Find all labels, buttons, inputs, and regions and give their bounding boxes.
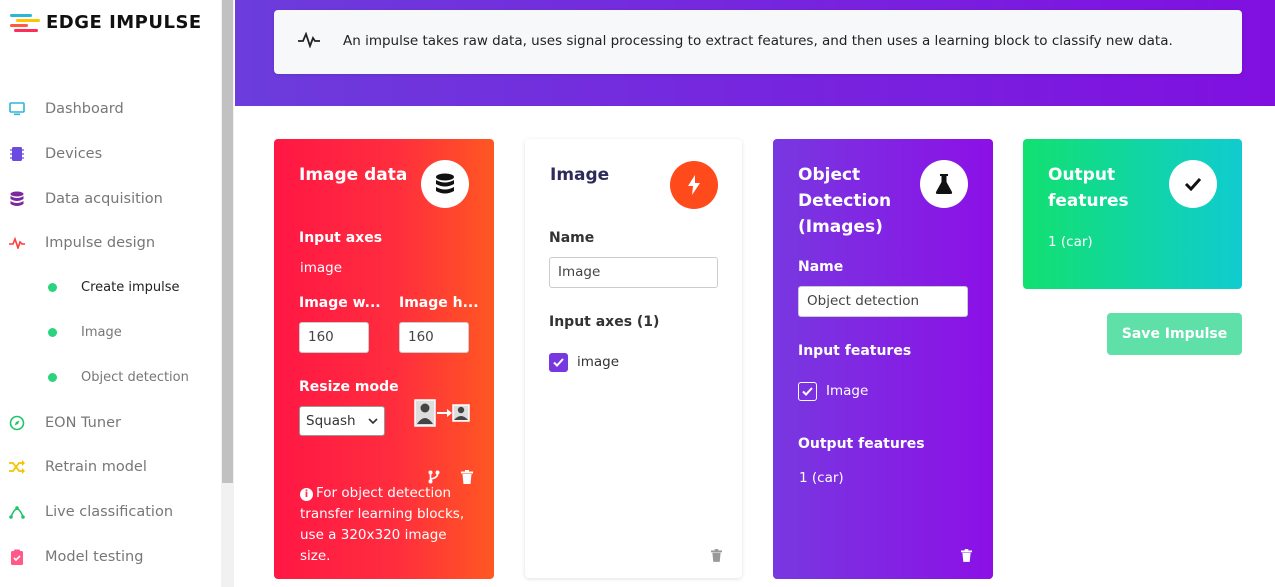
block-title: Object Detection (Images) xyxy=(798,162,891,240)
axis-label: image xyxy=(577,354,620,370)
brand-name: EDGE IMPULSE xyxy=(46,12,202,33)
axis-checkbox[interactable] xyxy=(549,353,568,372)
compass-icon xyxy=(9,415,25,431)
sidebar-subitem-label: Object detection xyxy=(81,369,189,385)
sidebar-subitem-label: Image xyxy=(81,324,122,340)
sidebar-item-retrain-model[interactable]: Retrain model xyxy=(0,452,220,482)
sidebar: EDGE IMPULSE Dashboard Devices Data acqu… xyxy=(0,0,221,587)
squash-preview-icon xyxy=(414,399,470,431)
database-icon xyxy=(421,160,469,208)
edge-impulse-logo[interactable]: EDGE IMPULSE xyxy=(10,12,202,33)
sidebar-item-label: Impulse design xyxy=(45,235,156,251)
block-title: Image data xyxy=(299,165,408,185)
sidebar-item-label: Retrain model xyxy=(45,459,147,475)
banner-text: An impulse takes raw data, uses signal p… xyxy=(343,33,1173,49)
output-features-value: 1 (car) xyxy=(1048,234,1093,250)
sidebar-item-label: Model testing xyxy=(45,549,144,565)
sidebar-subitem-label: Create impulse xyxy=(81,279,180,295)
resize-mode-label: Resize mode xyxy=(299,379,399,395)
checkmark-icon xyxy=(1169,160,1217,208)
sidebar-item-dashboard[interactable]: Dashboard xyxy=(0,94,220,124)
sidebar-scrollbar[interactable] xyxy=(221,0,234,587)
name-input[interactable]: Object detection xyxy=(798,286,968,317)
sidebar-item-label: Data acquisition xyxy=(45,191,163,207)
clipboard-check-icon xyxy=(9,549,25,565)
save-impulse-button[interactable]: Save Impulse xyxy=(1107,313,1242,355)
scrollbar-thumb[interactable] xyxy=(222,0,233,483)
monitor-icon xyxy=(9,101,25,117)
database-icon xyxy=(9,191,25,207)
image-height-label: Image h... xyxy=(399,295,479,311)
block-title: Output features xyxy=(1048,162,1129,214)
note-text: For object detection transfer learning b… xyxy=(300,485,465,564)
title-line: Object xyxy=(798,165,861,185)
sidebar-item-label: Dashboard xyxy=(45,101,124,117)
curve-icon xyxy=(9,504,25,520)
sidebar-item-model-testing[interactable]: Model testing xyxy=(0,542,220,572)
output-features-value: 1 (car) xyxy=(799,470,844,486)
sidebar-subitem-image[interactable]: Image xyxy=(0,317,220,347)
feature-label: Image xyxy=(826,383,869,399)
image-width-input[interactable]: 160 xyxy=(299,322,369,353)
chip-icon xyxy=(9,146,25,162)
resize-mode-select[interactable]: Squash xyxy=(299,406,385,436)
status-dot xyxy=(48,327,57,337)
output-features-block: Output features 1 (car) xyxy=(1023,139,1242,289)
image-width-label: Image w... xyxy=(299,295,381,311)
name-label: Name xyxy=(549,230,595,246)
pulse-icon xyxy=(298,31,320,52)
image-data-block: Image data Input axes image Image w... I… xyxy=(274,139,494,579)
trash-icon[interactable] xyxy=(711,547,722,566)
title-line: (Images) xyxy=(798,217,883,237)
sidebar-subitem-create-impulse[interactable]: Create impulse xyxy=(0,272,220,302)
status-dot xyxy=(48,372,57,382)
sidebar-item-data-acquisition[interactable]: Data acquisition xyxy=(0,184,220,214)
feature-checkbox[interactable] xyxy=(798,382,817,401)
sidebar-item-impulse-design[interactable]: Impulse design xyxy=(0,228,220,258)
sidebar-subitem-object-detection[interactable]: Object detection xyxy=(0,362,220,392)
input-axes-value: image xyxy=(300,260,343,276)
flask-icon xyxy=(920,160,968,208)
title-line: Output xyxy=(1048,165,1116,185)
shuffle-icon xyxy=(9,459,25,475)
sidebar-item-label: Devices xyxy=(45,146,103,162)
title-line: features xyxy=(1048,191,1129,211)
logo-icon xyxy=(10,13,40,33)
object-detection-note: i For object detection transfer learning … xyxy=(300,483,470,567)
status-dot xyxy=(48,282,57,292)
name-label: Name xyxy=(798,259,844,275)
resize-mode-value: Squash xyxy=(306,413,356,429)
pulse-icon xyxy=(9,235,25,251)
input-axes-label: Input axes xyxy=(299,230,383,246)
block-title: Image xyxy=(550,165,610,185)
input-axes-label: Input axes (1) xyxy=(549,314,660,330)
info-banner: An impulse takes raw data, uses signal p… xyxy=(274,10,1242,74)
image-height-input[interactable]: 160 xyxy=(399,322,469,353)
output-features-label: Output features xyxy=(798,436,925,452)
sidebar-item-live-classification[interactable]: Live classification xyxy=(0,497,220,527)
object-detection-block: Object Detection (Images) Name Object de… xyxy=(773,139,993,579)
title-line: Detection xyxy=(798,191,892,211)
trash-icon[interactable] xyxy=(961,547,972,566)
sidebar-item-devices[interactable]: Devices xyxy=(0,139,220,169)
image-processing-block: Image Name Image Input axes (1) image xyxy=(525,139,742,578)
info-icon: i xyxy=(300,488,313,501)
name-input[interactable]: Image xyxy=(549,257,718,288)
sidebar-item-label: EON Tuner xyxy=(45,415,121,431)
chevron-down-icon xyxy=(368,407,378,435)
input-features-label: Input features xyxy=(798,343,912,359)
sidebar-item-eon-tuner[interactable]: EON Tuner xyxy=(0,408,220,438)
sidebar-item-label: Live classification xyxy=(45,504,174,520)
lightning-icon xyxy=(670,161,718,209)
